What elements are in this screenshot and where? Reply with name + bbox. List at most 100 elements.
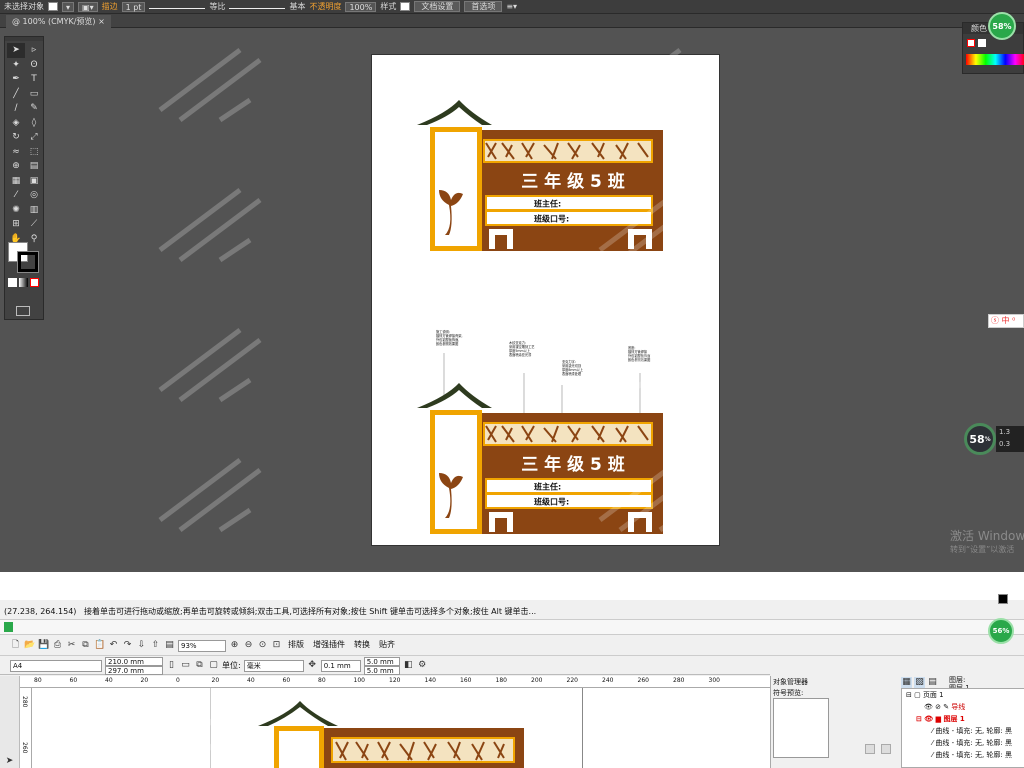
artboard[interactable]: 三 年 级 5 班 班主任: 班级口号: 三 年 级 5 班 班主任: 班级口号…	[372, 55, 719, 545]
zoom-page-icon[interactable]: ⊡	[271, 640, 282, 651]
zoom-level-field[interactable]: 93%	[178, 639, 226, 652]
cut-icon[interactable]: ✂	[66, 640, 77, 651]
new-document-icon[interactable]: 🗋	[10, 640, 21, 651]
save-icon[interactable]: 💾	[38, 640, 49, 651]
artboard-tool-icon[interactable]: ⊞	[7, 217, 25, 232]
line-tool-icon[interactable]: ╱	[7, 87, 25, 102]
none-swatch-icon[interactable]	[967, 39, 975, 47]
blob-brush-icon[interactable]: ◈	[7, 116, 25, 131]
close-icon[interactable]: ×	[98, 17, 105, 26]
units-dropdown[interactable]: 毫米	[243, 659, 304, 672]
publish-pdf-icon[interactable]: ▤	[164, 640, 175, 651]
landscape-icon[interactable]: ▭	[180, 660, 191, 671]
tree-layer[interactable]: ⊟ 👁 ▆ 图层 1	[916, 714, 965, 724]
print-icon[interactable]: ⎙	[52, 640, 63, 651]
open-icon[interactable]: 📂	[24, 640, 35, 651]
fill-swatch[interactable]	[48, 2, 58, 11]
current-page-icon[interactable]: ▢	[208, 660, 219, 671]
next-symbol-icon[interactable]	[881, 744, 891, 754]
tree-guides[interactable]: 👁 ⊘ ✎ 导线	[924, 702, 965, 712]
pick-tool-icon[interactable]: ➤	[4, 756, 15, 767]
shape-builder-icon[interactable]: ⊕	[7, 159, 25, 174]
page-size-dropdown[interactable]: A4	[10, 659, 102, 672]
style-swatch[interactable]	[400, 2, 411, 11]
stroke-profile-preview[interactable]	[149, 0, 206, 9]
screen-mode-icon[interactable]	[16, 306, 30, 316]
tree-curve[interactable]: ⁄ 曲线 - 填充: 无, 轮廓: 黑	[932, 738, 1012, 748]
prev-symbol-icon[interactable]	[865, 744, 875, 754]
undo-icon[interactable]: ↶	[108, 640, 119, 651]
zoom-in-icon[interactable]: ⊕	[229, 640, 240, 651]
lasso-icon[interactable]: ʘ	[25, 58, 43, 73]
arrange-icon[interactable]: ≡▾	[506, 2, 517, 11]
outline-color-swatch[interactable]	[998, 594, 1008, 604]
page-height-field[interactable]: 297.0 mm	[105, 665, 163, 675]
slice-tool-icon[interactable]: ⟋	[25, 217, 43, 232]
stroke-label[interactable]: 描边	[102, 1, 118, 12]
rectangle-tool-icon[interactable]: ▭	[25, 87, 43, 102]
preferences-button[interactable]: 首选项	[464, 1, 503, 12]
pencil-icon[interactable]: ✎	[25, 101, 43, 116]
zoom-selected-icon[interactable]: ⊙	[257, 640, 268, 651]
export-icon[interactable]: ⇧	[150, 640, 161, 651]
signboard-top[interactable]: 三 年 级 5 班 班主任: 班级口号:	[417, 100, 663, 251]
performance-meter-cd[interactable]: 56%	[988, 618, 1014, 644]
page-width-field[interactable]: 210.0 mm	[105, 656, 163, 666]
perspective-icon[interactable]: ▤	[25, 159, 43, 174]
direct-selection-tool-icon[interactable]: ▹	[25, 43, 43, 58]
stroke-color-box[interactable]	[17, 251, 39, 273]
green-flag-icon[interactable]	[4, 622, 13, 632]
white-swatch[interactable]	[978, 39, 986, 47]
free-transform-icon[interactable]: ⬚	[25, 145, 43, 160]
tree-page[interactable]: ⊟ ▢ 页面 1	[906, 690, 944, 700]
vertical-ruler[interactable]: 280 260	[20, 688, 32, 768]
ime-punct-icon[interactable]: ⁰	[1012, 316, 1015, 325]
stroke-swatch[interactable]: ▣▾	[78, 1, 98, 12]
layout-button[interactable]: 排版	[285, 639, 307, 652]
eraser-icon[interactable]: ◊	[25, 116, 43, 131]
treat-as-filled-icon[interactable]: ◧	[403, 660, 414, 671]
portrait-icon[interactable]: ▯	[166, 660, 177, 671]
snap-button[interactable]: 贴齐	[376, 639, 398, 652]
duplicate-y-field[interactable]: 5.0 mm	[363, 665, 400, 675]
show-properties-icon[interactable]: ▦	[901, 677, 912, 688]
cd-drawing-canvas[interactable]	[32, 688, 770, 768]
edit-across-layers-icon[interactable]: ▧	[914, 677, 925, 688]
scale-icon[interactable]: ⤢	[25, 130, 43, 145]
color-mode-icon[interactable]	[8, 278, 17, 287]
redo-icon[interactable]: ↷	[122, 640, 133, 651]
rotate-icon[interactable]: ↻	[7, 130, 25, 145]
opacity-field[interactable]: 100%	[345, 1, 377, 12]
tree-curve[interactable]: ⁄ 曲线 - 填充: 无, 轮廓: 黑	[932, 726, 1012, 736]
opacity-label[interactable]: 不透明度	[309, 1, 341, 12]
layer-manager-icon[interactable]: ▤	[927, 677, 938, 688]
import-icon[interactable]: ⇩	[136, 640, 147, 651]
horizontal-ruler[interactable]: 80 60 40 20 0 20 40 60 80 100 120 140 160 180 200 220 24…	[20, 676, 770, 688]
paintbrush-icon[interactable]: ∕	[7, 101, 25, 116]
document-tab[interactable]: @ 100% (CMYK/预览) ×	[6, 15, 111, 28]
eyedropper-icon[interactable]: ⁄	[7, 188, 25, 203]
options-icon[interactable]: ⚙	[417, 660, 428, 671]
pen-tool-icon[interactable]: ✒	[7, 72, 25, 87]
brush-preview[interactable]	[229, 0, 286, 9]
gradient-mode-icon[interactable]	[19, 278, 28, 287]
ime-mode[interactable]: 中	[1002, 316, 1010, 325]
fill-dropdown[interactable]: ▾	[62, 1, 75, 12]
all-pages-icon[interactable]: ⧉	[194, 660, 205, 671]
nudge-distance-field[interactable]: 0.1 mm	[320, 659, 361, 672]
type-tool-icon[interactable]: T	[25, 72, 43, 87]
document-setup-button[interactable]: 文档设置	[414, 1, 461, 12]
warp-icon[interactable]: ≈	[7, 145, 25, 160]
performance-meter-top[interactable]: 58%	[988, 12, 1016, 40]
color-spectrum[interactable]	[966, 54, 1024, 65]
magic-wand-icon[interactable]: ✦	[7, 58, 25, 73]
signboard-bottom[interactable]: 三 年 级 5 班 班主任: 班级口号:	[417, 383, 663, 534]
paste-icon[interactable]: 📋	[94, 640, 105, 651]
tree-curve[interactable]: ⁄ 曲线 - 填充: 无, 轮廓: 黑	[932, 750, 1012, 760]
plugins-button[interactable]: 增强插件	[310, 639, 348, 652]
selection-tool-icon[interactable]: ➤	[7, 43, 25, 58]
cd-signboard-preview[interactable]	[258, 698, 528, 768]
blend-icon[interactable]: ◎	[25, 188, 43, 203]
ime-toolbar[interactable]: ⓢ 中 ⁰	[988, 314, 1024, 328]
mesh-icon[interactable]: ▦	[7, 174, 25, 189]
